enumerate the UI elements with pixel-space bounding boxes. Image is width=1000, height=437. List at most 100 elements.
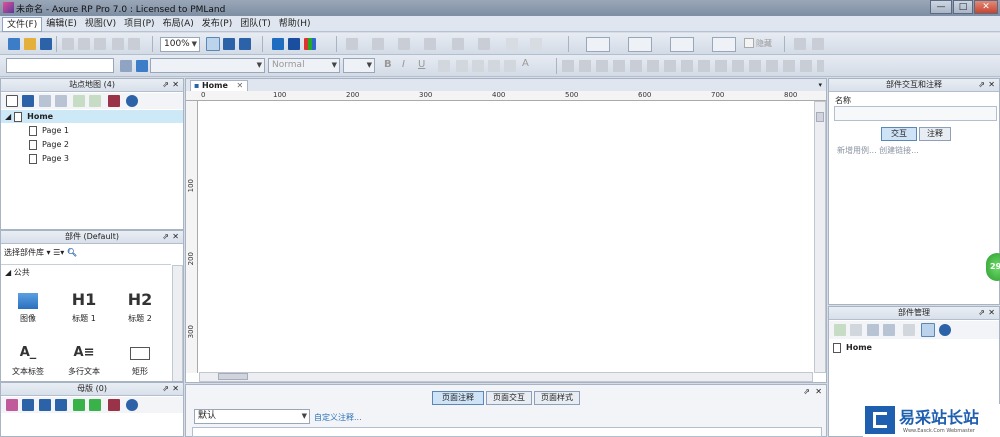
widget-image[interactable]: 图像 bbox=[8, 287, 48, 324]
undo-icon[interactable] bbox=[112, 38, 124, 50]
connector-icon[interactable] bbox=[239, 38, 251, 50]
indent-icon[interactable] bbox=[73, 399, 85, 411]
outdent-icon[interactable] bbox=[89, 95, 101, 107]
widget-h2[interactable]: H2 标题 2 bbox=[120, 287, 160, 324]
custom-notes-link[interactable]: 自定义注释... bbox=[314, 412, 362, 423]
tree-item-page3[interactable]: Page 3 bbox=[29, 152, 69, 165]
ruler-mark: 500 bbox=[565, 91, 579, 99]
cut-icon[interactable] bbox=[62, 38, 74, 50]
menu-help[interactable]: 帮助(H) bbox=[275, 17, 315, 32]
widget-name-field[interactable] bbox=[6, 58, 114, 73]
close-panel-icon[interactable]: ✕ bbox=[815, 387, 822, 396]
select-library-dropdown[interactable]: 选择部件库 ▾ ☰▾ 🔍︎ bbox=[4, 247, 77, 258]
menu-publish[interactable]: 发布(P) bbox=[198, 17, 236, 32]
collapse-arrow-icon[interactable]: ◢ bbox=[5, 112, 11, 121]
widget-paragraph[interactable]: A≡ 多行文本 bbox=[64, 340, 104, 377]
close-panel-icon[interactable]: ✕ bbox=[172, 231, 179, 243]
menu-view[interactable]: 视图(V) bbox=[81, 17, 120, 32]
arrow-style-icon bbox=[424, 38, 436, 50]
widget-text-label[interactable]: A_ 文本标签 bbox=[8, 340, 48, 377]
delete-icon[interactable] bbox=[108, 95, 120, 107]
paint-brush-icon[interactable] bbox=[136, 60, 148, 72]
move-up-icon[interactable] bbox=[39, 95, 51, 107]
move-up-icon[interactable] bbox=[39, 399, 51, 411]
add-folder-icon[interactable] bbox=[22, 399, 34, 411]
pin-icon[interactable]: ⇗ bbox=[978, 79, 985, 91]
maximize-button[interactable]: □ bbox=[953, 0, 973, 14]
filter-icon[interactable] bbox=[921, 323, 935, 337]
share-icon[interactable] bbox=[288, 38, 300, 50]
widget-rectangle[interactable]: 矩形 bbox=[120, 340, 160, 377]
notes-type-select[interactable]: 默认 ▼ bbox=[194, 409, 310, 424]
move-down-icon[interactable] bbox=[883, 324, 895, 336]
copy-icon[interactable] bbox=[78, 38, 90, 50]
style-icon[interactable] bbox=[120, 60, 132, 72]
menu-file[interactable]: 文件(F) bbox=[2, 16, 43, 32]
close-panel-icon[interactable]: ✕ bbox=[172, 383, 179, 395]
tab-page-interactions[interactable]: 页面交互 bbox=[486, 391, 532, 405]
folder-icon[interactable] bbox=[850, 324, 862, 336]
select-contained-icon[interactable] bbox=[223, 38, 235, 50]
minimize-button[interactable]: — bbox=[930, 0, 952, 14]
floating-badge[interactable]: 29 bbox=[986, 253, 1000, 281]
tab-list-arrow-icon[interactable]: ▾ bbox=[818, 81, 822, 89]
tree-item-page1[interactable]: Page 1 bbox=[29, 124, 69, 137]
tab-page-notes[interactable]: 页面注释 bbox=[432, 391, 484, 405]
search-icon[interactable] bbox=[126, 95, 138, 107]
menu-team[interactable]: 团队(T) bbox=[236, 17, 275, 32]
publish-icon[interactable] bbox=[304, 38, 316, 50]
indent-icon[interactable] bbox=[73, 95, 85, 107]
add-master-icon[interactable] bbox=[6, 399, 18, 411]
tab-interactions[interactable]: 交互 bbox=[881, 127, 917, 141]
move-down-icon[interactable] bbox=[55, 95, 67, 107]
design-canvas[interactable] bbox=[199, 102, 813, 372]
horizontal-scrollbar[interactable] bbox=[199, 372, 813, 382]
tab-page-style[interactable]: 页面样式 bbox=[534, 391, 580, 405]
delete-icon[interactable] bbox=[903, 324, 915, 336]
widget-group-header[interactable]: ◢ 公共 bbox=[5, 267, 30, 278]
select-intersect-icon[interactable] bbox=[206, 37, 220, 51]
add-case-links[interactable]: 新增用例... 创建链接... bbox=[837, 145, 919, 156]
vertical-scrollbar[interactable] bbox=[814, 101, 826, 373]
menu-icon[interactable]: ☰▾ bbox=[53, 248, 64, 257]
menu-arrange[interactable]: 布局(A) bbox=[159, 17, 198, 32]
move-up-icon[interactable] bbox=[867, 324, 879, 336]
add-page-icon[interactable] bbox=[6, 95, 18, 107]
preview-icon[interactable] bbox=[272, 38, 284, 50]
close-panel-icon[interactable]: ✕ bbox=[172, 79, 179, 91]
tree-item-page2[interactable]: Page 2 bbox=[29, 138, 69, 151]
notes-textarea[interactable] bbox=[192, 427, 822, 437]
pin-icon[interactable]: ⇗ bbox=[162, 79, 169, 91]
widget-name-input[interactable] bbox=[834, 106, 997, 121]
paste-icon[interactable] bbox=[94, 38, 106, 50]
add-icon[interactable] bbox=[834, 324, 846, 336]
open-folder-icon[interactable] bbox=[24, 38, 36, 50]
outdent-icon[interactable] bbox=[89, 399, 101, 411]
menu-edit[interactable]: 编辑(E) bbox=[42, 17, 81, 32]
tab-home[interactable]: ▪ Home ✕ bbox=[190, 80, 248, 91]
widget-h1[interactable]: H1 标题 1 bbox=[64, 287, 104, 324]
tree-item-home[interactable]: ◢ Home bbox=[1, 110, 183, 123]
delete-icon[interactable] bbox=[108, 399, 120, 411]
new-file-icon[interactable] bbox=[8, 38, 20, 50]
save-icon[interactable] bbox=[40, 38, 52, 50]
menu-project[interactable]: 项目(P) bbox=[120, 17, 158, 32]
widget-manager-item-home[interactable]: Home bbox=[833, 341, 872, 354]
pin-icon[interactable]: ⇗ bbox=[162, 383, 169, 395]
close-panel-icon[interactable]: ✕ bbox=[988, 307, 995, 319]
add-folder-icon[interactable] bbox=[22, 95, 34, 107]
pin-icon[interactable]: ⇗ bbox=[803, 387, 810, 396]
move-down-icon[interactable] bbox=[55, 399, 67, 411]
search-icon[interactable] bbox=[126, 399, 138, 411]
close-panel-icon[interactable]: ✕ bbox=[988, 79, 995, 91]
close-tab-icon[interactable]: ✕ bbox=[236, 81, 243, 90]
close-button[interactable]: ✕ bbox=[974, 0, 998, 14]
widgets-scrollbar[interactable] bbox=[172, 265, 183, 381]
search-icon[interactable]: 🔍︎ bbox=[67, 248, 77, 257]
redo-icon[interactable] bbox=[128, 38, 140, 50]
zoom-select[interactable]: 100% ▼ bbox=[160, 37, 200, 52]
pin-icon[interactable]: ⇗ bbox=[978, 307, 985, 319]
tab-notes[interactable]: 注释 bbox=[919, 127, 951, 141]
search-icon[interactable] bbox=[939, 324, 951, 336]
pin-icon[interactable]: ⇗ bbox=[162, 231, 169, 243]
